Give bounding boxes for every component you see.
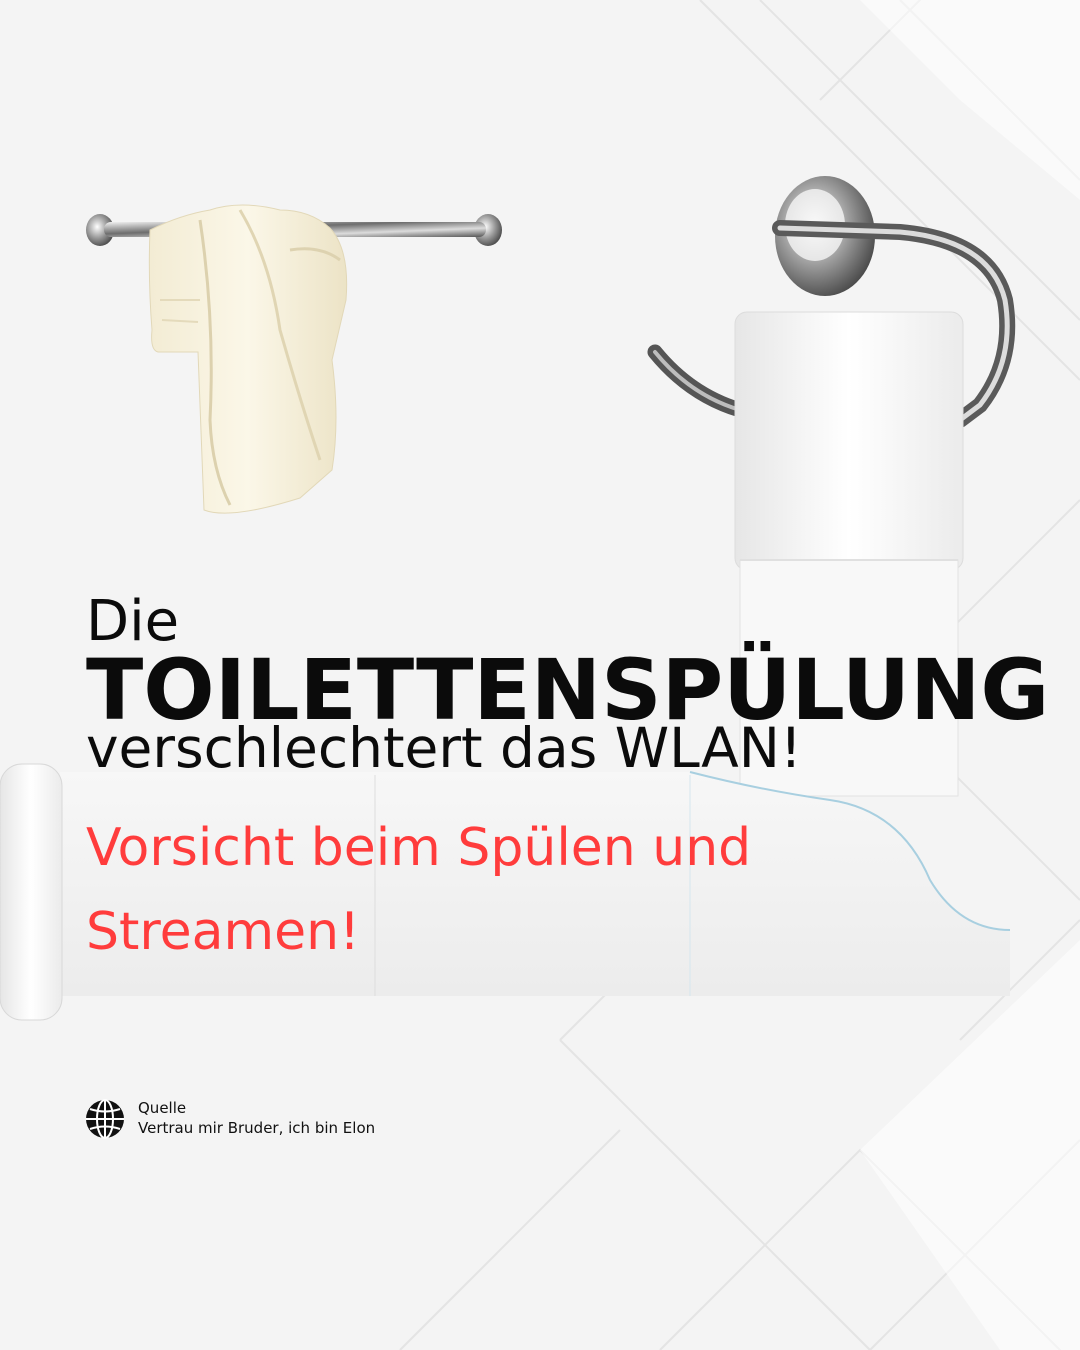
source-credit: Quelle Vertrau mir Bruder, ich bin Elon (84, 1098, 375, 1140)
source-label: Quelle (138, 1099, 187, 1117)
headline: Die TOILETTENSPÜLUNG verschlechtert das … (86, 592, 1049, 779)
towel (148, 204, 348, 514)
warning-subline: Vorsicht beim Spülen und Streamen! (86, 818, 752, 962)
poster: Die TOILETTENSPÜLUNG verschlechtert das … (0, 0, 1080, 1350)
globe-icon (86, 1099, 124, 1139)
source-text: Vertrau mir Bruder, ich bin Elon (138, 1119, 376, 1137)
